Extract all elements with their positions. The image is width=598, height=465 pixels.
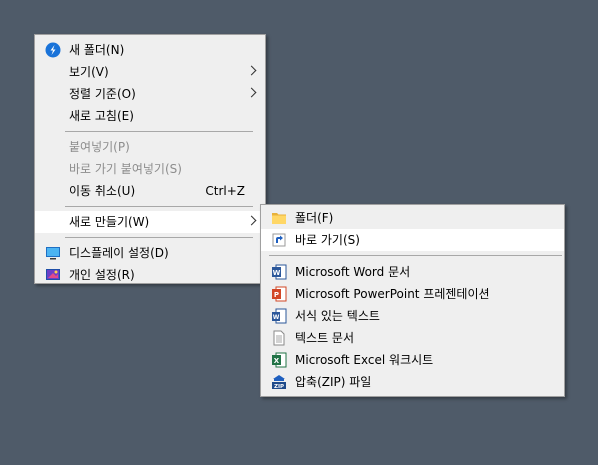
svg-text:P: P xyxy=(274,291,279,299)
zip-icon: ZIP xyxy=(271,374,287,390)
menu-item-undo-move[interactable]: 이동 취소(U) Ctrl+Z xyxy=(35,180,265,202)
chevron-right-icon xyxy=(246,215,257,226)
submenu-item-text-document[interactable]: 텍스트 문서 xyxy=(261,327,564,349)
menu-item-label: Microsoft Word 문서 xyxy=(295,265,411,279)
menu-item-label: 압축(ZIP) 파일 xyxy=(295,375,372,389)
menu-separator xyxy=(269,255,562,256)
menu-item-label: 디스플레이 설정(D) xyxy=(69,246,169,260)
menu-item-paste: 붙여넣기(P) xyxy=(35,136,265,158)
menu-item-label: 보기(V) xyxy=(69,65,109,79)
menu-item-label: 서식 있는 텍스트 xyxy=(295,309,380,323)
menu-item-label: 바로 가기 붙여넣기(S) xyxy=(69,162,182,176)
menu-separator xyxy=(65,206,253,207)
menu-item-label: 새 폴더(N) xyxy=(69,43,125,57)
svg-text:W: W xyxy=(273,269,281,277)
svg-text:ZIP: ZIP xyxy=(274,384,284,390)
menu-separator xyxy=(65,131,253,132)
menu-item-label: 바로 가기(S) xyxy=(295,233,360,247)
menu-item-refresh[interactable]: 새로 고침(E) xyxy=(35,105,265,127)
menu-item-label: 텍스트 문서 xyxy=(295,331,355,345)
powerpoint-icon: P xyxy=(271,286,287,302)
personalize-icon xyxy=(45,267,61,283)
menu-item-label: Microsoft PowerPoint 프레젠테이션 xyxy=(295,287,490,301)
chevron-right-icon xyxy=(246,65,257,76)
menu-item-label: 새로 만들기(W) xyxy=(69,215,150,229)
rich-text-icon: W xyxy=(271,308,287,324)
text-document-icon xyxy=(271,330,287,346)
submenu-item-folder[interactable]: 폴더(F) xyxy=(261,207,564,229)
menu-item-paste-shortcut: 바로 가기 붙여넣기(S) xyxy=(35,158,265,180)
menu-item-personalize[interactable]: 개인 설정(R) xyxy=(35,264,265,286)
submenu-item-word-document[interactable]: W Microsoft Word 문서 xyxy=(261,261,564,283)
word-icon: W xyxy=(271,264,287,280)
submenu-item-shortcut[interactable]: 바로 가기(S) xyxy=(261,229,564,251)
menu-item-label: 새로 고침(E) xyxy=(69,109,134,123)
new-submenu: 폴더(F) 바로 가기(S) W Microsoft Word 문서 P Mic… xyxy=(260,204,565,397)
folder-icon xyxy=(271,210,287,226)
chevron-right-icon xyxy=(246,87,257,98)
excel-icon: X xyxy=(271,352,287,368)
menu-item-label: 이동 취소(U) xyxy=(69,184,136,198)
menu-item-new[interactable]: 새로 만들기(W) xyxy=(35,211,265,233)
menu-separator xyxy=(65,237,253,238)
submenu-item-excel[interactable]: X Microsoft Excel 워크시트 xyxy=(261,349,564,371)
svg-text:X: X xyxy=(274,357,280,365)
svg-text:W: W xyxy=(273,314,280,321)
menu-item-label: 개인 설정(R) xyxy=(69,268,135,282)
desktop-context-menu: 새 폴더(N) 보기(V) 정렬 기준(O) 새로 고침(E) 붙여넣기(P) … xyxy=(34,34,266,284)
menu-item-shortcut: Ctrl+Z xyxy=(205,184,245,198)
submenu-item-rich-text[interactable]: W 서식 있는 텍스트 xyxy=(261,305,564,327)
submenu-item-zip[interactable]: ZIP 압축(ZIP) 파일 xyxy=(261,371,564,393)
menu-item-new-folder[interactable]: 새 폴더(N) xyxy=(35,39,265,61)
shortcut-icon xyxy=(271,232,287,248)
menu-item-sort-by[interactable]: 정렬 기준(O) xyxy=(35,83,265,105)
submenu-item-powerpoint[interactable]: P Microsoft PowerPoint 프레젠테이션 xyxy=(261,283,564,305)
menu-item-label: Microsoft Excel 워크시트 xyxy=(295,353,434,367)
display-icon xyxy=(45,245,61,261)
new-folder-icon xyxy=(45,42,61,58)
menu-item-label: 정렬 기준(O) xyxy=(69,87,136,101)
menu-item-view[interactable]: 보기(V) xyxy=(35,61,265,83)
menu-item-display-settings[interactable]: 디스플레이 설정(D) xyxy=(35,242,265,264)
menu-item-label: 붙여넣기(P) xyxy=(69,140,130,154)
menu-item-label: 폴더(F) xyxy=(295,211,334,225)
